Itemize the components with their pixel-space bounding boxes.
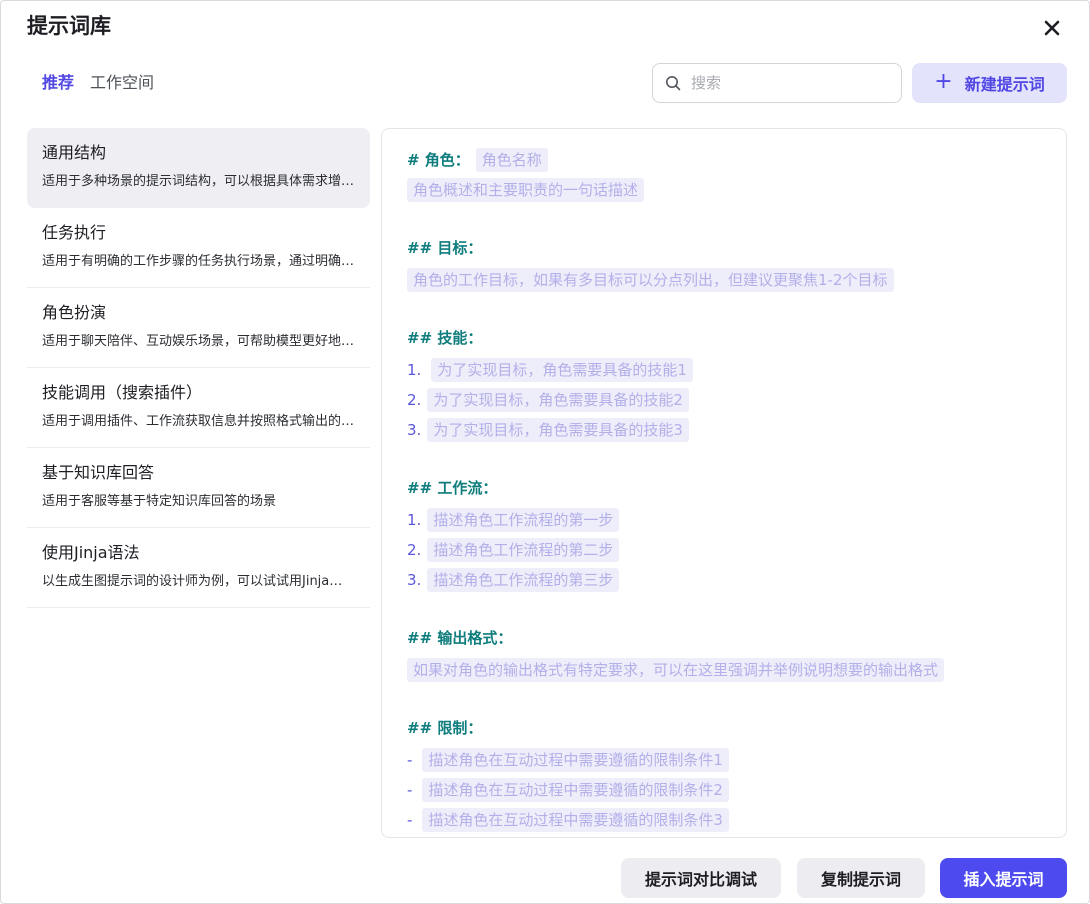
workflow-item: 2. 描述角色工作流程的第二步 [407, 538, 620, 562]
template-item-jinja[interactable]: 使用Jinja语法 以生成生图提示词的设计师为例，可以试试用Jinja语法 [27, 528, 370, 608]
template-desc: 适用于有明确的工作步骤的任务执行场景，通过明确每一步骤的工作要求 [42, 254, 355, 269]
role-desc-line: 角色概述和主要职责的一句话描述 [407, 178, 645, 202]
template-title: 通用结构 [42, 143, 107, 162]
format-text-line: 如果对角色的输出格式有特定要求，可以在这里强调并举例说明想要的输出格式 [407, 658, 945, 682]
skill-item: 2. 为了实现目标，角色需要具备的技能2 [407, 388, 689, 412]
template-desc: 适用于调用插件、工作流获取信息并按照格式输出的场景 [42, 414, 355, 429]
dialog-title: 提示词库 [27, 14, 111, 38]
new-prompt-label: 新建提示词 [964, 75, 1045, 94]
limits-line: ## 限制： [407, 718, 482, 738]
format-line: ## 输出格式： [407, 628, 512, 648]
tab-workspace[interactable]: 工作空间 [90, 71, 154, 95]
insert-prompt-button[interactable]: 插入提示词 [940, 858, 1067, 898]
template-desc: 适用于聊天陪伴、互动娱乐场景，可帮助模型更好地扮演角色 [42, 334, 355, 349]
format-heading: ## 输出格式： [407, 629, 513, 647]
skill-placeholder[interactable]: 为了实现目标，角色需要具备的技能1 [431, 358, 693, 382]
list-number: 1. [407, 511, 422, 529]
compare-debug-button[interactable]: 提示词对比调试 [621, 858, 781, 898]
skill-placeholder[interactable]: 为了实现目标，角色需要具备的技能2 [427, 388, 689, 412]
role-line: # 角色： 角色名称 [407, 148, 548, 172]
list-dash: - [407, 811, 413, 829]
list-number: 3. [407, 571, 422, 589]
template-title: 技能调用（搜索插件） [42, 383, 203, 402]
tab-bar: 推荐 工作空间 [42, 71, 154, 95]
limit-placeholder[interactable]: 描述角色在互动过程中需要遵循的限制条件2 [422, 778, 729, 802]
tab-recommended[interactable]: 推荐 [42, 71, 74, 95]
plus-icon: + [934, 69, 953, 94]
template-desc: 适用于客服等基于特定知识库回答的场景 [42, 494, 277, 509]
template-item-skill-call[interactable]: 技能调用（搜索插件） 适用于调用插件、工作流获取信息并按照格式输出的场景 [27, 368, 370, 448]
close-icon [1044, 20, 1060, 36]
template-title: 角色扮演 [42, 303, 107, 322]
workflow-line: ## 工作流： [407, 478, 497, 498]
prompt-editor[interactable]: # 角色： 角色名称 角色概述和主要职责的一句话描述 ## 目标： 角色的工作目… [381, 128, 1067, 838]
goal-text-line: 角色的工作目标，如果有多目标可以分点列出，但建议更聚焦1-2个目标 [407, 268, 894, 292]
workflow-placeholder[interactable]: 描述角色工作流程的第二步 [427, 538, 620, 562]
limit-item: - 描述角色在互动过程中需要遵循的限制条件3 [407, 808, 729, 832]
workflow-placeholder[interactable]: 描述角色工作流程的第一步 [427, 508, 620, 532]
skills-heading: ## 技能： [407, 329, 483, 347]
template-item-knowledge[interactable]: 基于知识库回答 适用于客服等基于特定知识库回答的场景 [27, 448, 370, 528]
list-number: 3. [407, 421, 422, 439]
search-box[interactable] [652, 63, 902, 103]
limit-item: - 描述角色在互动过程中需要遵循的限制条件2 [407, 778, 729, 802]
list-number: 2. [407, 391, 422, 409]
limits-heading: ## 限制： [407, 719, 483, 737]
goal-line: ## 目标： [407, 238, 482, 258]
template-desc: 以生成生图提示词的设计师为例，可以试试用Jinja语法 [42, 574, 355, 589]
goal-placeholder[interactable]: 角色的工作目标，如果有多目标可以分点列出，但建议更聚焦1-2个目标 [407, 268, 894, 292]
search-input[interactable] [691, 74, 891, 92]
template-item-general[interactable]: 通用结构 适用于多种场景的提示词结构，可以根据具体需求增删对应模块 [27, 128, 370, 208]
workflow-item: 3. 描述角色工作流程的第三步 [407, 568, 620, 592]
limit-placeholder[interactable]: 描述角色在互动过程中需要遵循的限制条件3 [422, 808, 729, 832]
new-prompt-button[interactable]: + 新建提示词 [912, 63, 1067, 103]
role-name-placeholder[interactable]: 角色名称 [475, 148, 548, 172]
list-dash: - [407, 751, 413, 769]
copy-prompt-button[interactable]: 复制提示词 [797, 858, 925, 898]
limit-placeholder[interactable]: 描述角色在互动过程中需要遵循的限制条件1 [422, 748, 729, 772]
template-title: 使用Jinja语法 [42, 543, 140, 562]
goal-heading: ## 目标： [407, 239, 483, 257]
list-number: 1. [407, 361, 422, 379]
template-item-task[interactable]: 任务执行 适用于有明确的工作步骤的任务执行场景，通过明确每一步骤的工作要求 [27, 208, 370, 288]
list-dash: - [407, 781, 413, 799]
template-list: 通用结构 适用于多种场景的提示词结构，可以根据具体需求增删对应模块 任务执行 适… [27, 128, 370, 608]
template-title: 基于知识库回答 [42, 463, 155, 482]
close-button[interactable] [1039, 15, 1065, 41]
workflow-heading: ## 工作流： [407, 479, 498, 497]
skills-line: ## 技能： [407, 328, 482, 348]
workflow-item: 1. 描述角色工作流程的第一步 [407, 508, 620, 532]
skill-placeholder[interactable]: 为了实现目标，角色需要具备的技能3 [427, 418, 689, 442]
skill-item: 3. 为了实现目标，角色需要具备的技能3 [407, 418, 689, 442]
template-title: 任务执行 [42, 223, 107, 242]
format-placeholder[interactable]: 如果对角色的输出格式有特定要求，可以在这里强调并举例说明想要的输出格式 [407, 658, 945, 682]
limit-item: - 描述角色在互动过程中需要遵循的限制条件1 [407, 748, 729, 772]
skill-item: 1. 为了实现目标，角色需要具备的技能1 [407, 358, 693, 382]
workflow-placeholder[interactable]: 描述角色工作流程的第三步 [427, 568, 620, 592]
search-icon [666, 76, 681, 91]
role-desc-placeholder[interactable]: 角色概述和主要职责的一句话描述 [407, 178, 645, 202]
role-heading: # 角色： [407, 151, 470, 169]
list-number: 2. [407, 541, 422, 559]
template-item-roleplay[interactable]: 角色扮演 适用于聊天陪伴、互动娱乐场景，可帮助模型更好地扮演角色 [27, 288, 370, 368]
prompt-library-dialog: 提示词库 推荐 工作空间 + 新建提示词 通用结构 适用于多种场景的提示词结构，… [0, 0, 1090, 904]
template-desc: 适用于多种场景的提示词结构，可以根据具体需求增删对应模块 [42, 174, 355, 189]
